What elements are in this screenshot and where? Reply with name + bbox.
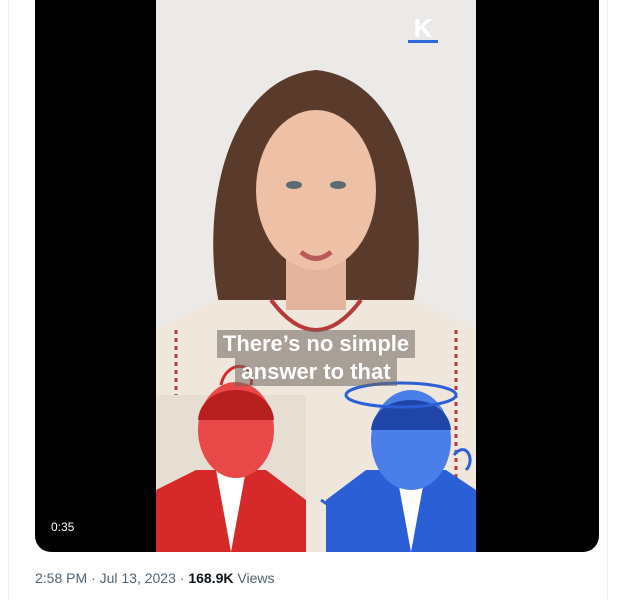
meta-separator: · [91, 570, 96, 586]
video-duration-badge: 0:35 [45, 518, 81, 536]
caption-line-1: There’s no simple [216, 330, 416, 358]
tweet-metadata: 2:58 PM · Jul 13, 2023 · 168.9K Views [35, 570, 274, 586]
video-player[interactable]: K There’s no simple answer to that 0:35 [35, 0, 599, 552]
tweet-card: K There’s no simple answer to that 0:35 … [8, 0, 608, 600]
views-label: Views [237, 570, 275, 586]
video-still [156, 0, 476, 552]
tweet-time[interactable]: 2:58 PM [35, 570, 87, 586]
views-count: 168.9K [188, 570, 234, 586]
caption-line-2: answer to that [235, 358, 397, 386]
video-caption: There’s no simple answer to that [156, 330, 476, 386]
tweet-date[interactable]: Jul 13, 2023 [100, 570, 176, 586]
video-frame[interactable]: K There’s no simple answer to that [156, 0, 476, 552]
meta-separator: · [179, 570, 185, 586]
channel-logo-underline [408, 40, 438, 43]
